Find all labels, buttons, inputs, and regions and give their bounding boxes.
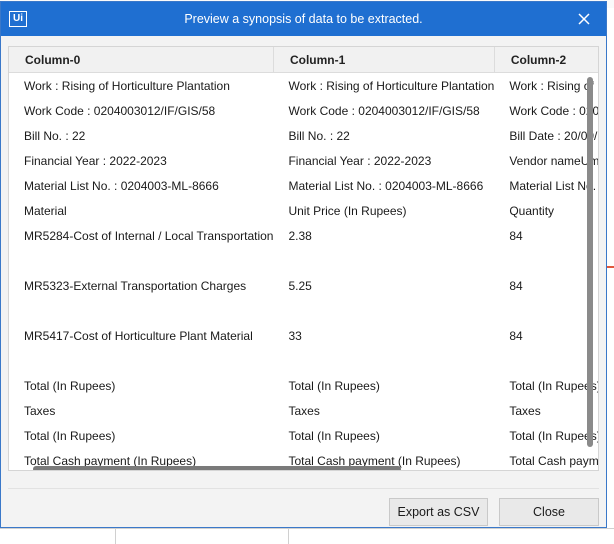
table-cell[interactable]: Material List No. : 0204003-ML-8666 xyxy=(9,173,273,198)
table-cell[interactable]: Total (In Rupees) xyxy=(494,373,598,398)
table-cell[interactable]: Work Code : 0204003012/IF/GIS/58 xyxy=(494,98,598,123)
table-cell[interactable]: Total (In Rupees) xyxy=(273,373,494,398)
table-cell[interactable] xyxy=(9,298,273,323)
table-row: Taxes Taxes Taxes xyxy=(9,398,598,423)
background-divider xyxy=(288,529,289,544)
table-cell[interactable]: Taxes xyxy=(9,398,273,423)
table-cell[interactable]: MR5284-Cost of Internal / Local Transpor… xyxy=(9,223,273,248)
table-row xyxy=(9,248,598,273)
table-cell[interactable]: Taxes xyxy=(494,398,598,423)
table-cell[interactable] xyxy=(494,298,598,323)
table-row: MR5417-Cost of Horticulture Plant Materi… xyxy=(9,323,598,348)
table-cell[interactable] xyxy=(273,348,494,373)
table-cell[interactable]: Work : Rising of Horticulture Plantation xyxy=(494,73,598,99)
table-cell[interactable]: Financial Year : 2022-2023 xyxy=(273,148,494,173)
footer-divider xyxy=(8,488,599,489)
preview-dialog: Ui Preview a synopsis of data to be extr… xyxy=(0,1,607,528)
table-cell[interactable]: Work : Rising of Horticulture Plantation xyxy=(9,73,273,99)
table-cell[interactable]: Taxes xyxy=(273,398,494,423)
table-cell[interactable]: Work : Rising of Horticulture Plantation xyxy=(273,73,494,99)
table-row: Material Unit Price (In Rupees) Quantity xyxy=(9,198,598,223)
table-cell[interactable]: Bill No. : 22 xyxy=(9,123,273,148)
table-cell[interactable]: 5.25 xyxy=(273,273,494,298)
table-cell[interactable]: Bill Date : 20/09/2022 xyxy=(494,123,598,148)
preview-table: Column-0 Column-1 Column-2 Work : Rising… xyxy=(9,47,598,470)
table-row xyxy=(9,348,598,373)
close-icon[interactable] xyxy=(573,9,595,29)
column-header[interactable]: Column-0 xyxy=(9,47,274,73)
close-button[interactable]: Close xyxy=(499,498,599,526)
table-row: Total (In Rupees) Total (In Rupees) Total … xyxy=(9,373,598,398)
background-app-bottom xyxy=(0,528,614,544)
table-cell[interactable]: Total (In Rupees) xyxy=(9,373,273,398)
background-accent-mark xyxy=(607,266,614,268)
table-cell[interactable]: 84 xyxy=(494,223,598,248)
export-csv-button[interactable]: Export as CSV xyxy=(389,498,488,526)
table-cell[interactable]: Financial Year : 2022-2023 xyxy=(9,148,273,173)
column-header[interactable]: Column-2 xyxy=(494,47,598,73)
table-cell[interactable] xyxy=(494,248,598,273)
table-cell[interactable]: 33 xyxy=(273,323,494,348)
table-row: MR5284-Cost of Internal / Local Transpor… xyxy=(9,223,598,248)
table-cell[interactable]: MR5323-External Transportation Charges xyxy=(9,273,273,298)
table-cell[interactable]: Material List No. : 0204003-ML-8666 xyxy=(494,173,598,198)
table-cell[interactable]: MR5417-Cost of Horticulture Plant Materi… xyxy=(9,323,273,348)
dialog-titlebar: Ui Preview a synopsis of data to be extr… xyxy=(1,2,606,36)
table-row: Material List No. : 0204003-ML-8666 Mater… xyxy=(9,173,598,198)
table-cell[interactable]: 84 xyxy=(494,273,598,298)
table-row: Total (In Rupees) Total (In Rupees) Total … xyxy=(9,423,598,448)
table-cell[interactable]: Unit Price (In Rupees) xyxy=(273,198,494,223)
table-row: Bill No. : 22 Bill No. : 22 Bill Date : 20… xyxy=(9,123,598,148)
table-cell[interactable]: Total (In Rupees) xyxy=(9,423,273,448)
table-cell[interactable]: Total (In Rupees) xyxy=(494,423,598,448)
table-row: Work : Rising of Horticulture Plantation… xyxy=(9,73,598,99)
table-cell[interactable]: Bill No. : 22 xyxy=(273,123,494,148)
table-cell[interactable] xyxy=(273,298,494,323)
dialog-title: Preview a synopsis of data to be extract… xyxy=(184,12,423,26)
table-cell[interactable]: Total (In Rupees) xyxy=(273,423,494,448)
table-cell[interactable] xyxy=(9,348,273,373)
table-cell[interactable]: Work Code : 0204003012/IF/GIS/58 xyxy=(9,98,273,123)
table-cell[interactable] xyxy=(273,248,494,273)
table-cell[interactable] xyxy=(494,348,598,373)
horizontal-scrollbar[interactable] xyxy=(33,466,401,470)
table-cell[interactable]: Quantity xyxy=(494,198,598,223)
table-cell[interactable]: Material xyxy=(9,198,273,223)
table-row xyxy=(9,298,598,323)
table-cell[interactable] xyxy=(9,248,273,273)
table-cell[interactable]: Vendor nameUmaparvathi Nurse xyxy=(494,148,598,173)
column-header[interactable]: Column-1 xyxy=(273,47,495,73)
table-row: Work Code : 0204003012/IF/GIS/58 Work Cod… xyxy=(9,98,598,123)
table-row: MR5323-External Transportation Charges 5.… xyxy=(9,273,598,298)
table-cell[interactable]: Total Cash payment (In Rupees) xyxy=(494,448,598,470)
table-row: Financial Year : 2022-2023 Financial Year… xyxy=(9,148,598,173)
data-preview-grid[interactable]: Column-0 Column-1 Column-2 Work : Rising… xyxy=(8,46,599,471)
table-cell[interactable]: 2.38 xyxy=(273,223,494,248)
background-app-right-edge xyxy=(607,8,614,528)
vertical-scrollbar[interactable] xyxy=(587,77,593,447)
table-cell[interactable]: Work Code : 0204003012/IF/GIS/58 xyxy=(273,98,494,123)
table-cell[interactable]: Material List No. : 0204003-ML-8666 xyxy=(273,173,494,198)
table-header-row: Column-0 Column-1 Column-2 xyxy=(9,47,598,73)
background-divider xyxy=(115,529,116,544)
table-cell[interactable]: 84 xyxy=(494,323,598,348)
